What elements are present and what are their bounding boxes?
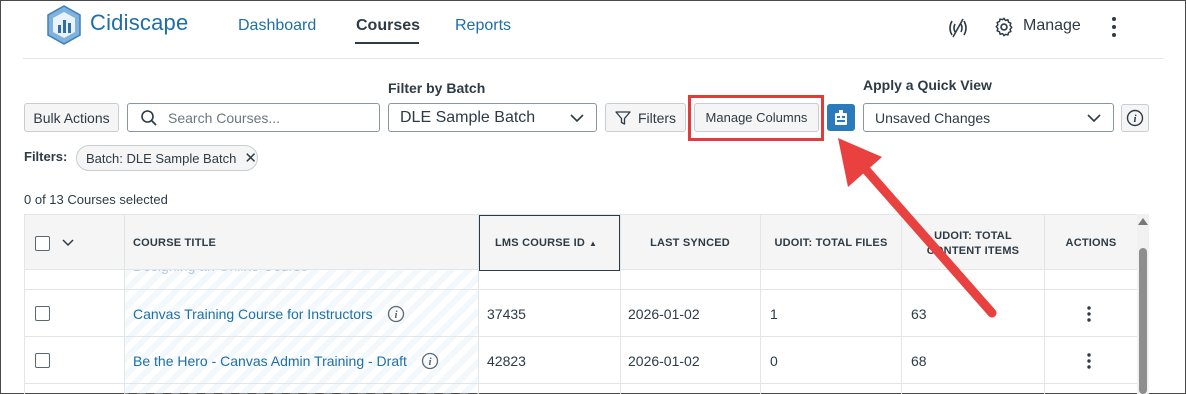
batch-select-value: DLE Sample Batch	[400, 108, 536, 126]
quick-view-select[interactable]: Unsaved Changes	[863, 103, 1114, 132]
row-actions-cell	[1086, 290, 1092, 337]
filter-chip-batch[interactable]: Batch: DLE Sample Batch ✕	[76, 145, 258, 171]
scroll-up-arrow-icon[interactable]	[1138, 218, 1148, 225]
chevron-down-icon	[1087, 114, 1101, 123]
active-filters-label: Filters:	[24, 149, 68, 164]
gear-icon[interactable]	[993, 16, 1015, 38]
columns-settings-button[interactable]	[827, 104, 855, 131]
nav-active-indicator	[355, 42, 419, 44]
nav-courses[interactable]: Courses	[356, 17, 420, 35]
total-files-cell: 1	[770, 305, 778, 322]
svg-text:i: i	[394, 309, 398, 321]
row-select-cell	[35, 337, 50, 384]
filters-button-label: Filters	[637, 109, 677, 126]
total-content-items-cell: 68	[911, 352, 927, 369]
signal-off-icon[interactable]	[946, 17, 970, 39]
course-title-link[interactable]: Be the Hero - Canvas Admin Training - Dr…	[133, 353, 407, 369]
header-divider	[23, 58, 1163, 59]
selection-count: 0 of 13 Courses selected	[24, 192, 168, 207]
nav-dashboard[interactable]: Dashboard	[238, 17, 316, 35]
brand-name: Cidiscape	[90, 10, 189, 35]
sort-up-icon: ▲	[589, 238, 598, 248]
lms-course-id-cell: 42823	[487, 352, 526, 369]
kebab-icon[interactable]	[1086, 352, 1092, 370]
cidiscape-logo-icon[interactable]	[47, 5, 81, 45]
kebab-icon[interactable]	[1086, 305, 1092, 323]
row-select-cell	[35, 290, 50, 337]
filter-chip-label: Batch: DLE Sample Batch	[86, 150, 237, 166]
course-title-cell: Canvas Training Course for Instructors i	[133, 290, 405, 337]
table-row: Be the Hero - Canvas Admin Training - Dr…	[25, 337, 1137, 384]
filters-button[interactable]: Filters	[605, 103, 686, 132]
row-actions-cell	[1086, 337, 1092, 384]
chevron-down-icon	[570, 114, 584, 123]
annotation-highlight-box	[688, 95, 824, 141]
annotation-arrow-icon	[838, 138, 997, 318]
row-checkbox[interactable]	[35, 306, 50, 321]
header-last-synced[interactable]: LAST SYNCED	[620, 215, 760, 271]
select-all-checkbox[interactable]	[35, 235, 50, 251]
course-title-cell: Be the Hero - Canvas Admin Training - Dr…	[133, 337, 439, 384]
filter-by-batch-label: Filter by Batch	[388, 80, 486, 96]
close-icon[interactable]: ✕	[244, 149, 257, 167]
search-placeholder: Search Courses...	[168, 109, 281, 126]
last-synced-cell: 2026-01-02	[628, 305, 700, 322]
header-lms-course-id[interactable]: LMS COURSE ID ▲	[495, 215, 620, 271]
bulk-actions-button[interactable]: Bulk Actions	[24, 103, 119, 132]
lms-course-id-cell: 37435	[487, 305, 526, 322]
header-lms-course-id-label: LMS COURSE ID	[495, 237, 585, 249]
quick-view-value: Unsaved Changes	[875, 109, 991, 126]
search-icon	[141, 109, 157, 126]
row-checkbox[interactable]	[35, 353, 50, 368]
search-input[interactable]: Search Courses...	[127, 103, 380, 132]
manage-menu[interactable]: Manage	[1023, 17, 1081, 35]
header-actions: ACTIONS	[1065, 237, 1117, 249]
batch-select[interactable]: DLE Sample Batch	[388, 103, 597, 132]
quick-view-label: Apply a Quick View	[863, 77, 992, 93]
course-title-link[interactable]: Canvas Training Course for Instructors	[133, 306, 373, 322]
info-icon[interactable]: i	[421, 352, 439, 370]
info-icon[interactable]: i	[387, 305, 405, 323]
info-icon: i	[1126, 109, 1144, 127]
kebab-menu-icon[interactable]	[1110, 15, 1118, 39]
svg-text:i: i	[428, 356, 432, 368]
columns-icon	[835, 109, 847, 125]
svg-text:i: i	[1133, 113, 1137, 125]
last-synced-cell: 2026-01-02	[628, 352, 700, 369]
quick-view-info-button[interactable]: i	[1121, 104, 1149, 132]
nav-reports[interactable]: Reports	[455, 17, 511, 35]
total-files-cell: 0	[770, 352, 778, 369]
filter-icon	[615, 110, 631, 125]
select-all-control[interactable]	[35, 215, 75, 271]
table-scrollbar-thumb[interactable]	[1139, 248, 1147, 394]
header-course-title[interactable]: COURSE TITLE	[133, 215, 433, 271]
chevron-down-icon[interactable]	[62, 239, 74, 247]
